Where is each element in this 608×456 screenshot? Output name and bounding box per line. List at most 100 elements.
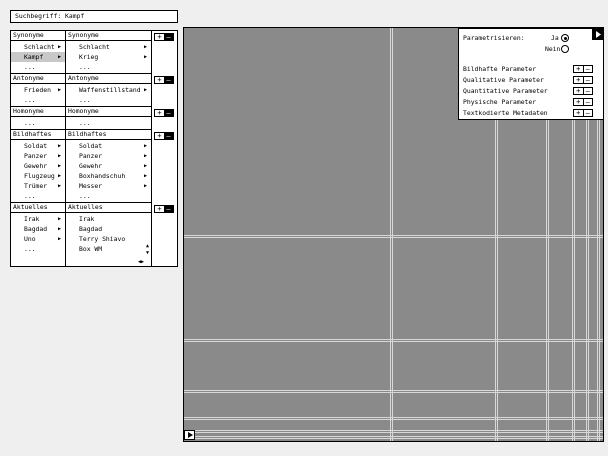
list-item[interactable]: Irak — [66, 214, 151, 224]
section-title: Synonyme — [66, 31, 151, 41]
scroll-down-icon[interactable]: ▼ — [144, 250, 151, 257]
expand-arrow-icon: ▶ — [58, 173, 62, 179]
search-value: Kampf — [65, 12, 85, 20]
plus-button[interactable]: + — [155, 34, 164, 41]
section-title: Bildhaftes — [66, 130, 151, 140]
list-item[interactable]: Frieden ▶ — [11, 85, 65, 95]
list-item[interactable]: Irak ▶ — [11, 214, 65, 224]
list-item-label: Waffenstillstand — [79, 86, 141, 94]
list-item[interactable]: Bagdad — [66, 224, 151, 234]
minus-button[interactable]: – — [582, 66, 593, 73]
expand-arrow-icon: ▶ — [58, 236, 62, 242]
list-item[interactable]: Panzer ▶ — [66, 151, 151, 161]
plus-button[interactable]: + — [155, 133, 164, 140]
list-item[interactable]: Soldat ▶ — [66, 141, 151, 151]
list-item[interactable]: ... — [66, 191, 151, 201]
list-item[interactable]: Krieg ▶ — [66, 52, 151, 62]
plus-button[interactable]: + — [574, 66, 583, 73]
minus-button[interactable]: – — [164, 34, 173, 41]
param-add-remove[interactable]: + – — [573, 76, 593, 84]
list-item-label: Uno — [24, 235, 36, 243]
column-divider — [151, 31, 152, 266]
grid-line-horizontal — [184, 235, 603, 238]
grid-line-horizontal — [184, 436, 603, 439]
list-item[interactable]: Panzer ▶ — [11, 151, 65, 161]
list-item-label: Boxhandschuh — [79, 172, 126, 180]
param-add-remove[interactable]: + – — [573, 98, 593, 106]
expand-arrow-icon: ▶ — [58, 87, 62, 93]
expand-arrow-icon: ▶ — [144, 87, 148, 93]
list-item[interactable]: Flugzeug ▶ — [11, 171, 65, 181]
search-input[interactable]: Suchbegriff: Kampf — [10, 10, 178, 23]
plus-button[interactable]: + — [155, 206, 164, 213]
minus-button[interactable]: – — [164, 77, 173, 84]
list-item[interactable]: ... — [11, 118, 65, 128]
list-item[interactable]: ... — [66, 95, 151, 105]
plus-button[interactable]: + — [574, 77, 583, 84]
minus-button[interactable]: – — [164, 133, 173, 140]
list-item[interactable]: ... — [11, 95, 65, 105]
minus-button[interactable]: – — [164, 110, 173, 117]
section-add-remove[interactable]: + – — [154, 33, 174, 41]
expand-arrow-icon: ▶ — [58, 216, 62, 222]
expand-arrow-icon: ▶ — [144, 44, 148, 50]
minus-button[interactable]: – — [582, 77, 593, 84]
collapse-panel-button[interactable] — [592, 29, 603, 40]
section-add-remove[interactable]: + – — [154, 205, 174, 213]
list-item[interactable]: Uno ▶ — [11, 234, 65, 244]
list-item[interactable]: Box WM — [66, 244, 151, 254]
list-item[interactable]: ... — [11, 191, 65, 201]
list-item[interactable]: ... — [11, 62, 65, 72]
minus-button[interactable]: – — [582, 88, 593, 95]
list-item-label: ... — [79, 192, 91, 200]
minus-button[interactable]: – — [164, 206, 173, 213]
list-item-label: ... — [79, 119, 91, 127]
radio-yes[interactable] — [561, 34, 569, 42]
horizontal-scrollbar[interactable]: ◀▶ — [132, 258, 150, 266]
section-add-remove[interactable]: + – — [154, 109, 174, 117]
plus-button[interactable]: + — [155, 77, 164, 84]
plus-button[interactable]: + — [574, 99, 583, 106]
expand-arrow-icon: ▶ — [58, 153, 62, 159]
play-button[interactable] — [184, 430, 195, 440]
list-item[interactable]: Boxhandschuh ▶ — [66, 171, 151, 181]
radio-no[interactable] — [561, 45, 569, 53]
section-add-remove[interactable]: + – — [154, 132, 174, 140]
list-item[interactable]: Soldat ▶ — [11, 141, 65, 151]
list-item[interactable]: Gewehr ▶ — [11, 161, 65, 171]
list-item[interactable]: Gewehr ▶ — [66, 161, 151, 171]
list-item[interactable]: Messer ▶ — [66, 181, 151, 191]
list-item[interactable]: Trümer ▶ — [11, 181, 65, 191]
section-title: Bildhaftes — [11, 130, 65, 140]
list-item[interactable]: Schlacht ▶ — [66, 42, 151, 52]
plus-button[interactable]: + — [155, 110, 164, 117]
list-item[interactable]: Bagdad ▶ — [11, 224, 65, 234]
list-item-label: Gewehr — [79, 162, 103, 170]
list-item[interactable]: Kampf ▶ — [11, 52, 65, 62]
param-add-remove[interactable]: + – — [573, 65, 593, 73]
list-item[interactable]: ... — [66, 62, 151, 72]
list-item[interactable]: Waffenstillstand ▶ — [66, 85, 151, 95]
section-add-remove[interactable]: + – — [154, 76, 174, 84]
param-label: Textkodierte Metadaten — [463, 109, 548, 117]
list-item[interactable]: ... — [11, 244, 65, 254]
minus-button[interactable]: – — [582, 99, 593, 106]
list-item[interactable]: ... — [66, 118, 151, 128]
expand-arrow-icon: ▶ — [58, 163, 62, 169]
scroll-up-icon[interactable]: ▲ — [144, 243, 151, 250]
minus-button[interactable]: – — [582, 110, 593, 117]
expand-arrow-icon: ▶ — [58, 143, 62, 149]
plus-button[interactable]: + — [574, 110, 583, 117]
param-add-remove[interactable]: + – — [573, 87, 593, 95]
param-add-remove[interactable]: + – — [573, 109, 593, 117]
list-item-label: Panzer — [24, 152, 48, 160]
grid-line-horizontal — [184, 339, 603, 342]
expand-arrow-icon: ▶ — [144, 153, 148, 159]
list-item[interactable]: Terry Shiavo — [66, 234, 151, 244]
scroll-right-icon[interactable]: ▶ — [141, 259, 144, 265]
section-title: Antonyme — [66, 74, 151, 84]
plus-button[interactable]: + — [574, 88, 583, 95]
list-item-label: Irak — [24, 215, 40, 223]
radio-yes-label: Ja — [551, 34, 559, 42]
list-item[interactable]: Schlacht ▶ — [11, 42, 65, 52]
